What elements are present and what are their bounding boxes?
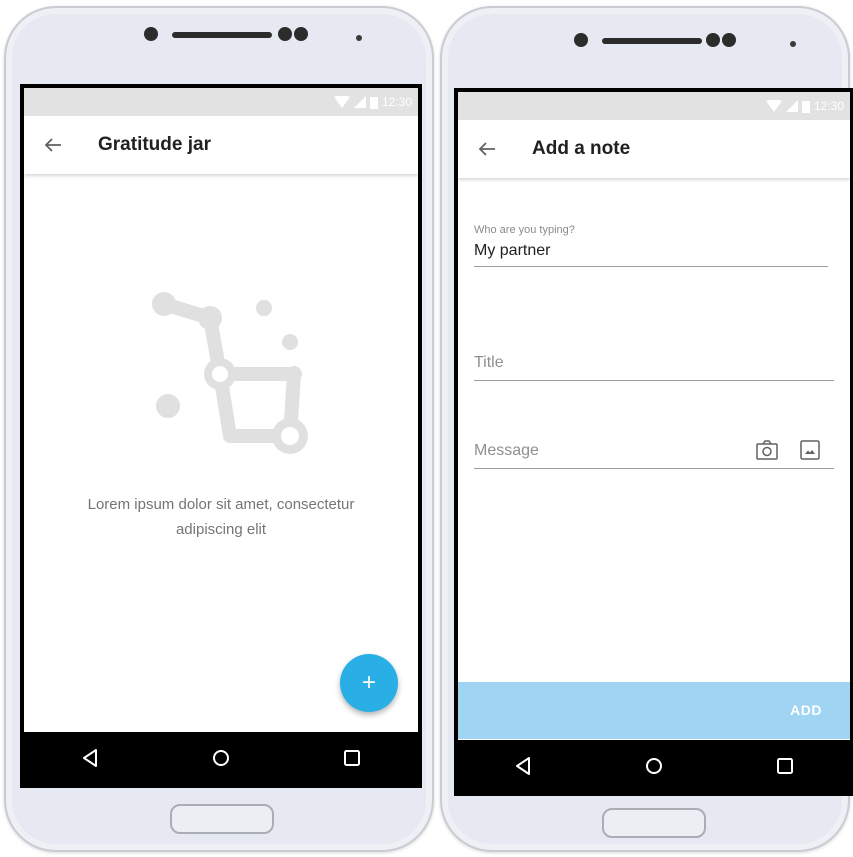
battery-icon [369, 96, 378, 109]
app-bar: Add a note [458, 120, 850, 178]
nav-home-icon[interactable] [201, 738, 241, 778]
front-camera [574, 33, 588, 47]
title-input[interactable]: Title [474, 354, 834, 381]
nav-back-icon[interactable] [70, 738, 110, 778]
system-nav-bar [24, 732, 418, 784]
screen-left: 12:30 Gratitude jar Lorem ipsum dolor si… [20, 84, 422, 788]
recipient-label: Who are you typing? [474, 224, 575, 236]
proximity-sensor [790, 41, 796, 47]
speaker-grille [602, 38, 702, 44]
message-input[interactable]: Message [474, 440, 834, 469]
nav-home-icon[interactable] [634, 746, 674, 786]
signal-icon [785, 100, 798, 112]
status-bar: 12:30 [24, 88, 418, 116]
proximity-sensor [356, 35, 362, 41]
speaker-grille [172, 32, 272, 38]
phone-frame-right: 12:30 Add a note Who are you typing? My … [440, 6, 853, 852]
nav-back-icon[interactable] [503, 746, 543, 786]
add-fab-button[interactable]: + [340, 654, 398, 712]
nav-recents-icon[interactable] [332, 738, 372, 778]
sensor-dot [294, 27, 308, 41]
add-button-label: ADD [790, 702, 822, 718]
sensor-dot [706, 33, 720, 47]
page-title: Add a note [532, 138, 631, 159]
message-placeholder: Message [474, 442, 539, 459]
battery-icon [801, 100, 810, 113]
wifi-icon [765, 100, 782, 112]
signal-icon [353, 96, 366, 108]
empty-state-illustration [144, 286, 314, 456]
screen-right: 12:30 Add a note Who are you typing? My … [454, 88, 853, 796]
front-camera [144, 27, 158, 41]
status-time: 12:30 [381, 95, 412, 109]
title-placeholder: Title [474, 354, 504, 371]
image-icon[interactable] [800, 440, 820, 460]
recipient-value: My partner [474, 242, 551, 259]
status-time: 12:30 [813, 99, 844, 113]
sensor-dot [278, 27, 292, 41]
sensor-dot [722, 33, 736, 47]
system-nav-bar [458, 740, 850, 792]
recipient-field[interactable]: Who are you typing? My partner [474, 224, 828, 267]
nav-recents-icon[interactable] [765, 746, 805, 786]
plus-icon: + [361, 669, 376, 696]
empty-state-message: Lorem ipsum dolor sit amet, consectetur … [87, 496, 355, 538]
phone-frame-left: 12:30 Gratitude jar Lorem ipsum dolor si… [4, 6, 434, 852]
page-title: Gratitude jar [98, 134, 211, 155]
hardware-home-button[interactable] [602, 808, 706, 838]
wifi-icon [333, 96, 350, 108]
back-arrow-icon[interactable] [458, 120, 516, 178]
add-button[interactable]: ADD [458, 682, 850, 739]
app-bar: Gratitude jar [24, 116, 418, 174]
back-arrow-icon[interactable] [24, 116, 82, 174]
camera-icon[interactable] [756, 440, 778, 460]
status-bar: 12:30 [458, 92, 850, 120]
hardware-home-button[interactable] [170, 804, 274, 834]
